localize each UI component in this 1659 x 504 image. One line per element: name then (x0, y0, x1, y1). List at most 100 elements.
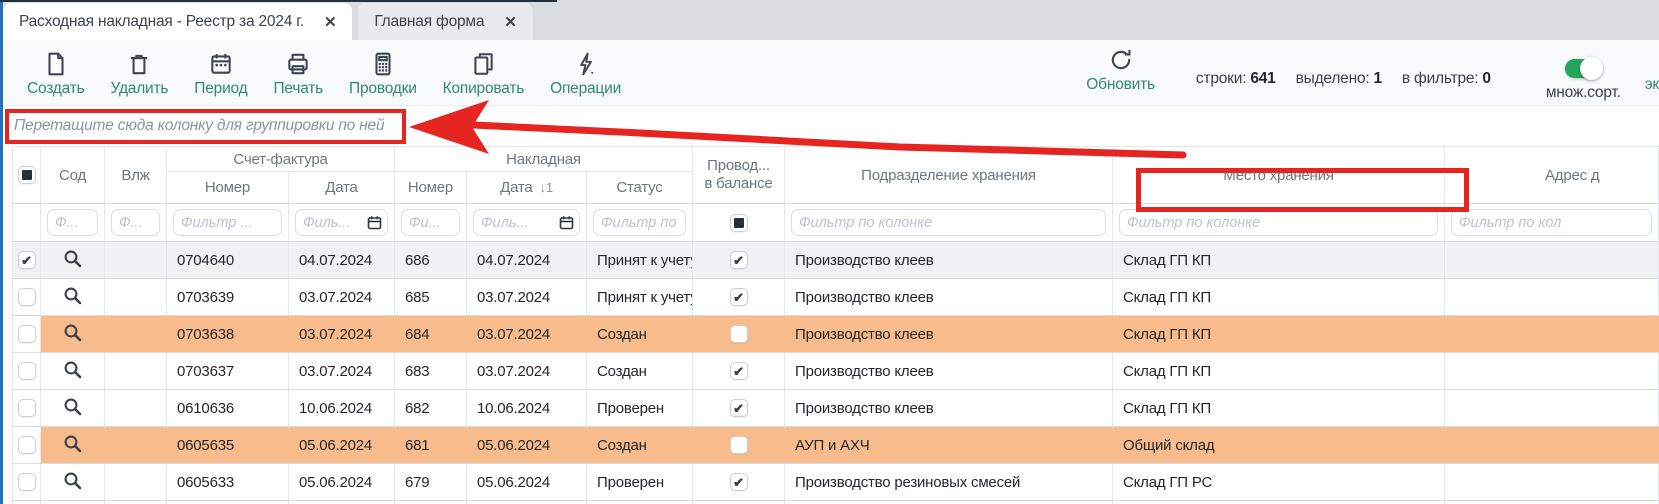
select-all-checkbox[interactable] (18, 166, 36, 184)
create-button[interactable]: Создать (14, 40, 98, 105)
column-header-storage[interactable]: Место хранения (1113, 147, 1445, 203)
row-select-cell (13, 390, 41, 426)
close-icon[interactable]: ✕ (504, 13, 516, 31)
row-select-checkbox[interactable] (18, 362, 36, 380)
column-header-vlzh[interactable]: Влж (105, 147, 167, 203)
tab-label: Расходная накладная - Реестр за 2024 г. (19, 13, 304, 31)
cell-status: Создан (587, 353, 693, 389)
balance-checkbox[interactable]: ✔ (730, 362, 748, 380)
filter-input-invoice-number[interactable] (173, 209, 282, 236)
column-header-status[interactable]: Статус (587, 172, 693, 203)
row-select-checkbox[interactable] (18, 325, 36, 343)
cell-waybill-date: 03.07.2024 (467, 353, 587, 389)
balance-checkbox[interactable]: ✔ (730, 399, 748, 417)
balance-checkbox[interactable] (730, 325, 748, 343)
operations-button[interactable]: Операции (537, 40, 634, 105)
row-open-cell (41, 242, 105, 278)
indeterminate-mark (734, 218, 744, 228)
filter-input-department[interactable] (791, 209, 1106, 236)
cell-department: Производство клеев (785, 279, 1113, 315)
cell-invoice-number: 0703637 (167, 353, 289, 389)
row-open-cell (41, 279, 105, 315)
row-select-cell: ✔ (13, 242, 41, 278)
print-button[interactable]: Печать (260, 40, 336, 105)
multisort-toggle[interactable] (1565, 59, 1602, 78)
indeterminate-mark (22, 170, 32, 180)
export-button[interactable]: эк (1645, 76, 1659, 94)
calendar-icon[interactable] (367, 215, 382, 230)
cell-address (1445, 316, 1659, 352)
filter-input-storage[interactable] (1119, 209, 1438, 236)
cell-waybill-date: 03.07.2024 (467, 279, 587, 315)
filter-input-vlzh[interactable] (111, 209, 160, 236)
row-select-cell (13, 353, 41, 389)
cell-department: Производство клеев (785, 242, 1113, 278)
magnifier-icon[interactable] (63, 323, 82, 346)
calendar-icon[interactable] (559, 215, 574, 230)
column-header-department[interactable]: Подразделение хранения (785, 147, 1113, 203)
cell-status: Создан (587, 316, 693, 352)
column-header-sod[interactable]: Сод (41, 147, 105, 203)
delete-button[interactable]: Удалить (98, 40, 182, 105)
balance-filter-checkbox[interactable] (730, 214, 748, 232)
row-select-checkbox[interactable] (18, 436, 36, 454)
copy-button[interactable]: Копировать (430, 40, 537, 105)
close-icon[interactable]: ✕ (324, 13, 336, 31)
row-select-checkbox[interactable] (18, 399, 36, 417)
row-select-cell (13, 279, 41, 315)
cell-balance: ✔ (693, 242, 785, 278)
postings-button[interactable]: Проводки (336, 40, 430, 105)
row-open-cell (41, 353, 105, 389)
magnifier-icon[interactable] (63, 471, 82, 494)
balance-checkbox[interactable] (730, 436, 748, 454)
table-row[interactable]: 060563305.06.202467905.06.2024Проверен✔П… (12, 464, 1659, 501)
column-header-waybill-date[interactable]: Дата ↓1 (467, 172, 587, 203)
tab-registry-2024[interactable]: Расходная накладная - Реестр за 2024 г. … (3, 3, 352, 40)
column-header-invoice-number[interactable]: Номер (167, 172, 289, 203)
magnifier-icon[interactable] (63, 249, 82, 272)
table-row[interactable]: 070363803.07.202468403.07.2024СозданПрои… (12, 316, 1659, 353)
column-header-waybill-number[interactable]: Номер (395, 172, 467, 203)
cell-balance (693, 427, 785, 463)
counter-rows: строки:641 (1196, 70, 1276, 88)
table-row[interactable]: 070363903.07.202468503.07.2024Принят к у… (12, 279, 1659, 316)
filter-input-address[interactable] (1451, 209, 1652, 236)
group-header-invoice: Счет-фактура (167, 147, 395, 172)
group-by-bar[interactable]: Перетащите сюда колонку для группировки … (0, 106, 1659, 146)
row-select-cell (13, 464, 41, 500)
column-header-balance[interactable]: Провод... в балансе (693, 147, 785, 203)
toolbar-left: Создать Удалить Период Печать Проводки К… (0, 40, 634, 105)
column-header-invoice-date[interactable]: Дата (289, 172, 395, 203)
cell-address (1445, 427, 1659, 463)
magnifier-icon[interactable] (63, 434, 82, 457)
table-row[interactable]: 060563505.06.202468105.06.2024СозданАУП … (12, 427, 1659, 464)
magnifier-icon[interactable] (63, 286, 82, 309)
filter-cell-department (785, 204, 1113, 241)
button-label: Копировать (443, 80, 524, 97)
refresh-button[interactable]: Обновить (1073, 40, 1168, 101)
row-select-checkbox[interactable] (18, 473, 36, 491)
balance-checkbox[interactable]: ✔ (730, 288, 748, 306)
column-header-address[interactable]: Адрес д (1445, 147, 1659, 203)
cell-storage: Склад ГП КП (1113, 353, 1445, 389)
cell-department: Производство клеев (785, 353, 1113, 389)
filter-input-sod[interactable] (47, 209, 98, 236)
table-row[interactable]: 070363703.07.202468303.07.2024Создан✔Про… (12, 353, 1659, 390)
balance-checkbox[interactable]: ✔ (730, 251, 748, 269)
table-row[interactable]: ✔070464004.07.202468604.07.2024Принят к … (12, 242, 1659, 279)
refresh-icon (1108, 47, 1134, 76)
row-select-checkbox[interactable] (18, 288, 36, 306)
magnifier-icon[interactable] (63, 360, 82, 383)
tab-main-form[interactable]: Главная форма ✕ (358, 3, 532, 40)
button-label: Обновить (1086, 76, 1155, 93)
cell-department: Производство резиновых смесей (785, 464, 1113, 500)
period-button[interactable]: Период (181, 40, 260, 105)
filter-input-status[interactable] (593, 209, 686, 236)
table-row[interactable]: 061063610.06.202468210.06.2024Проверен✔П… (12, 390, 1659, 427)
cell-balance: ✔ (693, 353, 785, 389)
row-select-checkbox[interactable]: ✔ (18, 251, 36, 269)
filter-input-waybill-number[interactable] (401, 209, 460, 236)
balance-checkbox[interactable]: ✔ (730, 473, 748, 491)
cell-invoice-number: 0605633 (167, 464, 289, 500)
magnifier-icon[interactable] (63, 397, 82, 420)
